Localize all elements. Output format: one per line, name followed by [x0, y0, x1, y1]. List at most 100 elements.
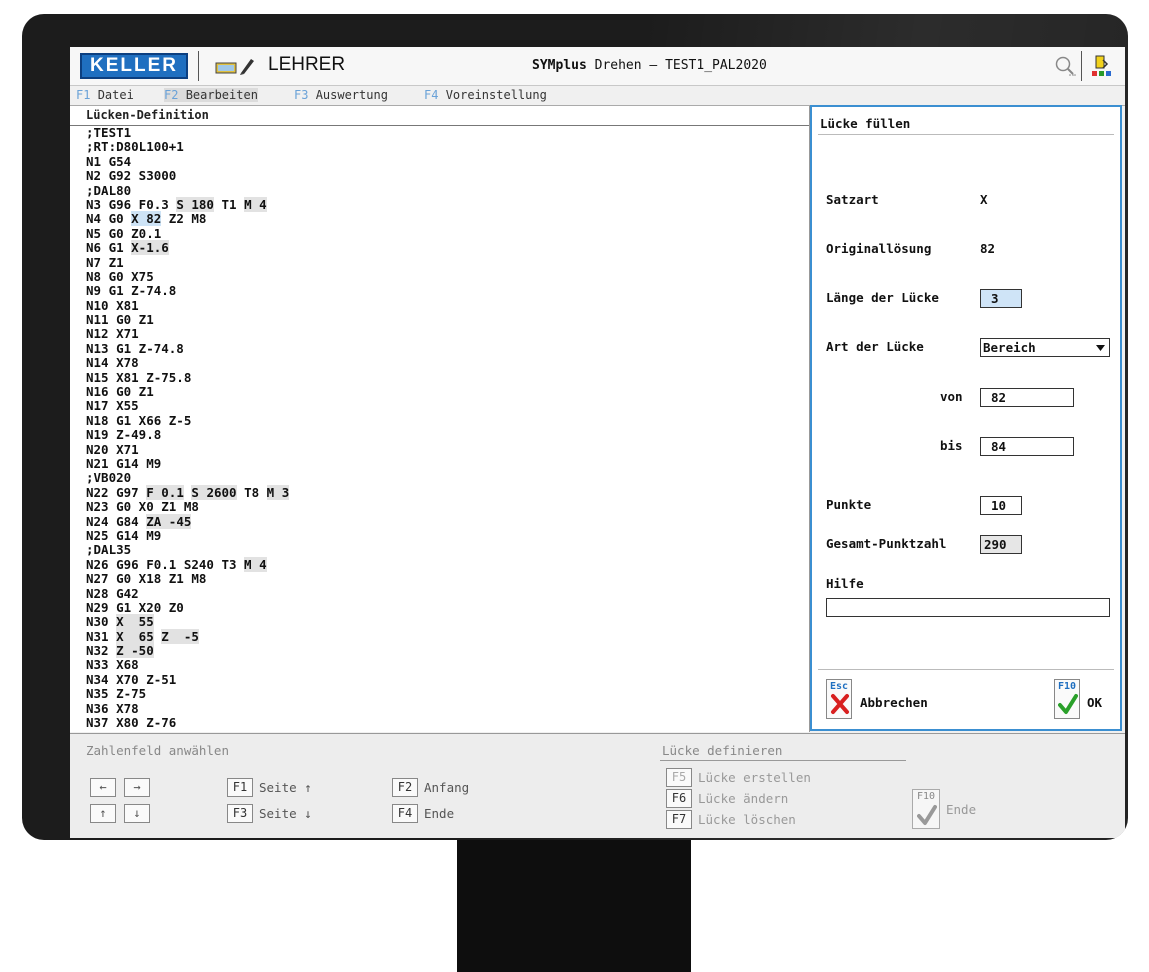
search-icon[interactable]: [1054, 55, 1076, 77]
end-check-icon: [917, 805, 937, 825]
code-field[interactable]: X 55: [116, 614, 154, 630]
monitor-stand: [457, 840, 691, 972]
satzart-value: X: [980, 192, 988, 207]
code-line[interactable]: N24 G84 ZA -45: [86, 513, 289, 529]
code-line[interactable]: N22 G97 F 0.1 S 2600 T8 M 3: [86, 484, 290, 500]
code-line[interactable]: N5 G0 Z0.1: [86, 226, 289, 241]
arrow-up-key[interactable]: ↑: [90, 804, 116, 823]
code-line[interactable]: N9 G1 Z-74.8: [86, 283, 289, 298]
exit-icon[interactable]: [1090, 54, 1114, 78]
app-name: SYMplus: [532, 58, 587, 73]
code-field[interactable]: M 4: [244, 556, 267, 572]
code-line[interactable]: N16 G0 Z1: [86, 384, 289, 399]
f6-key[interactable]: F6: [666, 789, 692, 808]
satzart-label: Satzart: [826, 192, 879, 207]
code-line[interactable]: N7 Z1: [86, 255, 289, 270]
punkte-input[interactable]: 10: [980, 496, 1022, 515]
code-line[interactable]: N17 X55: [86, 399, 289, 414]
code-line[interactable]: N37 X80 Z-76: [86, 715, 289, 730]
menu-voreinstellung[interactable]: F4 Voreinstellung: [424, 88, 547, 102]
art-select[interactable]: Bereich: [980, 338, 1110, 357]
code-line[interactable]: N14 X78: [86, 355, 289, 370]
code-line[interactable]: N20 X71: [86, 442, 289, 457]
von-input[interactable]: 82: [980, 388, 1074, 407]
code-line[interactable]: N32 Z -50: [86, 643, 289, 659]
code-line[interactable]: N29 G1 X20 Z0: [86, 600, 289, 615]
code-line[interactable]: N4 G0 X 82 Z2 M8: [86, 211, 289, 227]
code-line[interactable]: ;VB020: [86, 470, 289, 485]
code-field[interactable]: ZA -45: [146, 513, 192, 529]
ok-label: OK: [1087, 695, 1103, 710]
code-line[interactable]: ;TEST1: [86, 125, 289, 140]
code-line[interactable]: N19 Z-49.8: [86, 427, 289, 442]
arrow-left-key[interactable]: ←: [90, 778, 116, 797]
f5-label: Lücke erstellen: [698, 770, 811, 785]
code-line[interactable]: N1 G54: [86, 154, 289, 169]
code-line[interactable]: N2 G92 S3000: [86, 168, 289, 183]
code-line[interactable]: N10 X81: [86, 298, 289, 313]
hint-divider: [660, 760, 906, 761]
arrow-right-key[interactable]: →: [124, 778, 150, 797]
cancel-button[interactable]: Esc: [826, 679, 852, 719]
hilfe-input[interactable]: [826, 598, 1110, 617]
code-line[interactable]: N12 X71: [86, 327, 289, 342]
code-line[interactable]: N13 G1 Z-74.8: [86, 341, 289, 356]
code-line[interactable]: N33 X68: [86, 658, 289, 673]
f4-key[interactable]: F4: [392, 804, 418, 823]
code-line[interactable]: N34 X70 Z-51: [86, 672, 289, 687]
code-line[interactable]: N30 X 55: [86, 614, 289, 630]
bis-input[interactable]: 84: [980, 437, 1074, 456]
code-line[interactable]: N15 X81 Z-75.8: [86, 370, 289, 385]
laenge-input[interactable]: 3: [980, 289, 1022, 308]
code-line[interactable]: ;DAL80: [86, 183, 289, 198]
code-field[interactable]: X 65: [116, 628, 154, 644]
code-field[interactable]: M 4: [244, 196, 267, 212]
code-line[interactable]: N23 G0 X0 Z1 M8: [86, 499, 289, 514]
menu-bar: F1 Datei F2 Bearbeiten F3 Auswertung F4 …: [70, 86, 1125, 106]
f2-key[interactable]: F2: [392, 778, 418, 797]
arrow-down-key[interactable]: ↓: [124, 804, 150, 823]
code-line[interactable]: N3 G96 F0.3 S 180 T1 M 4: [86, 196, 289, 212]
code-field[interactable]: S 2600: [191, 484, 237, 500]
code-line[interactable]: N28 G42: [86, 586, 289, 601]
code-field[interactable]: S 180: [176, 196, 214, 212]
dialog-bottom-divider: [818, 669, 1114, 670]
f5-key[interactable]: F5: [666, 768, 692, 787]
f10-end-key-label: F10: [916, 791, 936, 802]
app-screen: KELLER LEHRER SYMplus Drehen – TEST1_PAL…: [70, 47, 1125, 838]
f1-key[interactable]: F1: [227, 778, 253, 797]
code-field[interactable]: X-1.6: [131, 240, 169, 256]
code-line[interactable]: N18 G1 X66 Z-5: [86, 413, 289, 428]
bis-label: bis: [940, 438, 963, 453]
code-field[interactable]: F 0.1: [146, 484, 184, 500]
code-field[interactable]: M 3: [266, 484, 290, 500]
cancel-x-icon: [831, 694, 849, 714]
code-line[interactable]: N6 G1 X-1.6: [86, 240, 289, 256]
menu-datei[interactable]: F1 Datei: [76, 88, 134, 102]
ok-check-icon: [1058, 694, 1078, 714]
code-line[interactable]: N36 X78: [86, 701, 289, 716]
originalloesung-label: Originallösung: [826, 241, 932, 256]
f2-label: Anfang: [424, 780, 470, 795]
code-field[interactable]: Z -5: [161, 628, 199, 644]
code-line[interactable]: N27 G0 X18 Z1 M8: [86, 571, 289, 586]
code-field[interactable]: X 82: [131, 211, 162, 227]
menu-bearbeiten[interactable]: F2 Bearbeiten: [164, 88, 258, 102]
code-line[interactable]: N31 X 65 Z -5: [86, 628, 289, 644]
menu-auswertung[interactable]: F3 Auswertung: [294, 88, 388, 102]
f7-key[interactable]: F7: [666, 810, 692, 829]
code-line[interactable]: N21 G14 M9: [86, 456, 289, 471]
code-field[interactable]: Z -50: [116, 643, 154, 659]
code-line[interactable]: N26 G96 F0.1 S240 T3 M 4: [86, 556, 289, 572]
chevron-down-icon: [1096, 345, 1105, 351]
end-button[interactable]: F10: [912, 789, 940, 829]
hint-select-field: Zahlenfeld anwählen: [86, 743, 229, 758]
code-line[interactable]: ;DAL35: [86, 542, 289, 557]
code-line[interactable]: N8 G0 X75: [86, 269, 289, 284]
f3-key[interactable]: F3: [227, 804, 253, 823]
code-line[interactable]: N35 Z-75: [86, 686, 289, 701]
ok-button[interactable]: F10: [1054, 679, 1080, 719]
code-line[interactable]: N11 G0 Z1: [86, 312, 289, 327]
code-line[interactable]: N25 G14 M9: [86, 528, 289, 543]
code-line[interactable]: ;RT:D80L100+1: [86, 139, 289, 154]
